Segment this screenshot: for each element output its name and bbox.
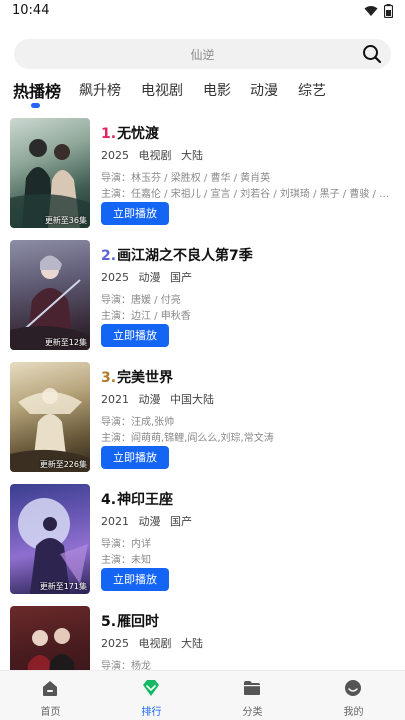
ranking-tabs: 热播榜 飙升榜 电视剧 电影 动漫 综艺 <box>0 78 405 110</box>
rank-number: 1. <box>101 126 117 142</box>
item-cast: 主演：未知 <box>101 555 151 566</box>
poster-image[interactable]: 更新至171集 <box>10 484 90 594</box>
item-director: 导演：内详 <box>101 539 151 550</box>
item-region: 中国大陆 <box>170 393 214 406</box>
poster-image[interactable] <box>10 606 90 670</box>
profile-icon <box>345 680 361 696</box>
poster-image[interactable]: 更新至36集 <box>10 118 90 228</box>
list-item[interactable]: 更新至12集 2.画江湖之不良人第7季 2025 动漫 国产 导演：唐媛 / 付… <box>10 240 400 352</box>
update-badge: 更新至36集 <box>44 216 87 225</box>
rank-number: 4. <box>101 492 117 508</box>
title-text: 完美世界 <box>117 370 174 386</box>
play-now-button[interactable]: 立即播放 <box>101 202 169 225</box>
item-year: 2025 <box>101 149 129 162</box>
play-now-button[interactable]: 立即播放 <box>101 568 169 591</box>
play-now-button[interactable]: 立即播放 <box>101 324 169 347</box>
tab-tv-series[interactable]: 电视剧 <box>141 80 183 100</box>
tab-movies[interactable]: 电影 <box>203 80 231 100</box>
bottom-navigation: 首页 排行 分类 我的 <box>0 670 405 720</box>
item-meta: 2021 动漫 中国大陆 <box>101 391 214 407</box>
item-meta: 2025 电视剧 大陆 <box>101 635 203 651</box>
item-cast: 主演：阎萌萌,锦鲤,阎么么,刘琮,常文涛 <box>101 433 274 444</box>
item-region: 大陆 <box>181 637 203 650</box>
item-title[interactable]: 1.无忧渡 <box>101 123 159 143</box>
nav-label: 分类 <box>242 707 263 718</box>
title-text: 神印王座 <box>117 492 174 508</box>
item-meta: 2025 动漫 国产 <box>101 269 192 285</box>
item-year: 2021 <box>101 515 129 528</box>
item-director: 导演：林玉芬 / 梁胜权 / 曹华 / 黄肖英 <box>101 173 271 184</box>
rank-number: 5. <box>101 614 117 630</box>
list-item[interactable]: 更新至171集 4.神印王座 2021 动漫 国产 导演：内详 主演：未知 立即… <box>10 484 400 596</box>
item-year: 2021 <box>101 393 129 406</box>
play-now-button[interactable]: 立即播放 <box>101 446 169 469</box>
home-icon <box>43 681 57 696</box>
item-genre: 动漫 <box>138 271 161 284</box>
nav-profile[interactable]: 我的 <box>303 671 404 720</box>
wifi-icon <box>364 6 378 16</box>
title-text: 无忧渡 <box>117 126 160 142</box>
search-icon[interactable] <box>362 44 382 64</box>
item-region: 国产 <box>170 515 192 528</box>
update-badge: 更新至226集 <box>39 460 87 469</box>
title-text: 画江湖之不良人第7季 <box>117 248 253 264</box>
poster-image[interactable]: 更新至226集 <box>10 362 90 472</box>
status-icons <box>364 4 393 18</box>
list-item[interactable]: 更新至36集 1.无忧渡 2025 电视剧 大陆 导演：林玉芬 / 梁胜权 / … <box>10 118 400 230</box>
item-genre: 电视剧 <box>138 637 172 650</box>
item-director: 导演：杨龙 <box>101 661 151 670</box>
status-time: 10:44 <box>12 3 50 18</box>
item-year: 2025 <box>101 637 129 650</box>
list-item[interactable]: 更新至226集 3.完美世界 2021 动漫 中国大陆 导演：汪成,张帅 主演：… <box>10 362 400 474</box>
active-tab-indicator <box>31 103 40 108</box>
update-badge: 更新至12集 <box>44 338 87 347</box>
item-region: 国产 <box>170 271 192 284</box>
item-director: 导演：汪成,张帅 <box>101 417 175 428</box>
item-year: 2025 <box>101 271 129 284</box>
item-meta: 2025 电视剧 大陆 <box>101 147 203 163</box>
tab-rising[interactable]: 飙升榜 <box>79 80 121 100</box>
item-genre: 电视剧 <box>138 149 172 162</box>
status-bar: 10:44 <box>0 0 405 24</box>
list-item[interactable]: 5.雁回时 2025 电视剧 大陆 导演：杨龙 <box>10 606 400 670</box>
nav-label: 首页 <box>40 707 61 718</box>
tab-anime[interactable]: 动漫 <box>250 80 278 100</box>
poster-image[interactable]: 更新至12集 <box>10 240 90 350</box>
folder-icon <box>244 681 260 695</box>
rank-number: 3. <box>101 370 117 386</box>
tab-hot[interactable]: 热播榜 <box>13 78 61 102</box>
item-cast: 主演：边江 / 申秋香 <box>101 311 191 322</box>
nav-category[interactable]: 分类 <box>202 671 303 720</box>
item-meta: 2021 动漫 国产 <box>101 513 192 529</box>
search-bar[interactable]: 仙逆 <box>14 39 391 69</box>
rank-number: 2. <box>101 248 117 264</box>
rank-icon <box>143 680 159 696</box>
title-text: 雁回时 <box>117 614 160 630</box>
nav-label: 排行 <box>141 707 162 718</box>
item-cast: 主演：任嘉伦 / 宋祖儿 / 宣言 / 刘若谷 / 刘琪琦 / 黑子 / 曹骏 … <box>101 189 397 200</box>
tab-variety[interactable]: 综艺 <box>298 80 326 100</box>
ranking-list[interactable]: 更新至36集 1.无忧渡 2025 电视剧 大陆 导演：林玉芬 / 梁胜权 / … <box>0 116 405 670</box>
item-title[interactable]: 3.完美世界 <box>101 367 173 387</box>
item-genre: 动漫 <box>138 393 161 406</box>
nav-ranking[interactable]: 排行 <box>101 671 202 720</box>
nav-label: 我的 <box>343 707 364 718</box>
search-placeholder[interactable]: 仙逆 <box>14 46 391 63</box>
item-genre: 动漫 <box>138 515 161 528</box>
battery-icon <box>384 4 393 18</box>
item-title[interactable]: 4.神印王座 <box>101 489 173 509</box>
item-director: 导演：唐媛 / 付亮 <box>101 295 181 306</box>
item-region: 大陆 <box>181 149 203 162</box>
item-title[interactable]: 5.雁回时 <box>101 611 159 631</box>
nav-home[interactable]: 首页 <box>0 671 101 720</box>
update-badge: 更新至171集 <box>39 582 87 591</box>
item-title[interactable]: 2.画江湖之不良人第7季 <box>101 245 253 265</box>
